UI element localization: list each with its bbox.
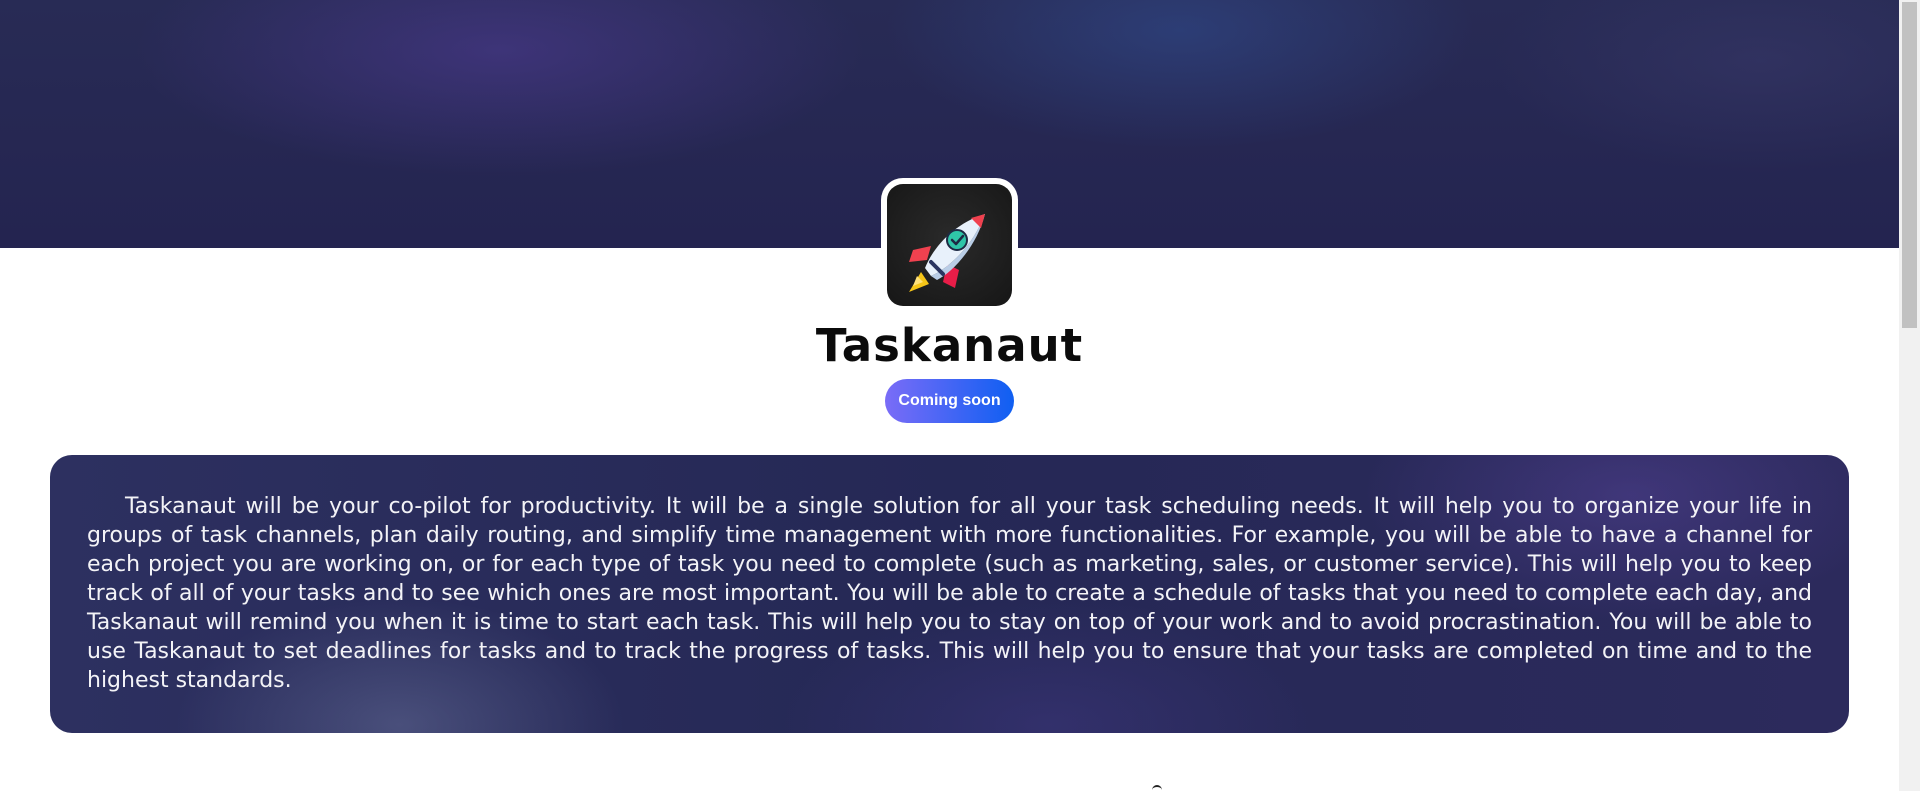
partial-content-edge (1152, 785, 1162, 791)
app-title: Taskanaut (815, 319, 1084, 372)
description-card: Taskanaut will be your co-pilot for prod… (50, 455, 1849, 733)
status-badge: Coming soon (885, 379, 1014, 423)
description-text: Taskanaut will be your co-pilot for prod… (87, 494, 1812, 693)
app-logo-tile (887, 184, 1012, 306)
page: Taskanaut Coming soon Taskanaut will be … (0, 0, 1920, 791)
rocket-icon (909, 214, 985, 292)
vertical-scrollbar[interactable] (1899, 0, 1920, 791)
scrollbar-thumb[interactable] (1902, 2, 1917, 328)
app-logo (881, 178, 1018, 312)
